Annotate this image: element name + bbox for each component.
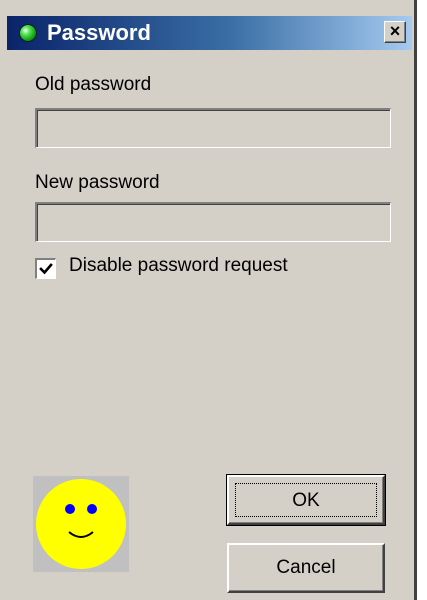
title-bar[interactable]: Password ×	[7, 16, 412, 50]
disable-password-request-label[interactable]: Disable password request	[69, 255, 288, 277]
old-password-label: Old password	[35, 74, 152, 95]
green-dot-icon	[19, 24, 37, 42]
ok-button[interactable]: OK	[226, 474, 386, 526]
old-password-field[interactable]	[35, 108, 391, 148]
new-password-label: New password	[35, 172, 160, 193]
new-password-field[interactable]	[35, 202, 391, 242]
cancel-button[interactable]: Cancel	[227, 543, 385, 593]
right-eye	[87, 504, 97, 514]
left-eye	[65, 504, 75, 514]
close-icon: ×	[389, 21, 401, 41]
smiley-face-icon	[36, 479, 126, 569]
dialog-title: Password	[47, 20, 151, 45]
checkmark-icon	[39, 263, 53, 275]
password-dialog: Password × Old password New password Dis…	[0, 0, 417, 600]
close-button[interactable]: ×	[384, 21, 406, 43]
smiley-image	[33, 476, 129, 572]
disable-password-request-checkbox[interactable]	[35, 258, 56, 279]
ok-button-label: OK	[235, 483, 377, 517]
